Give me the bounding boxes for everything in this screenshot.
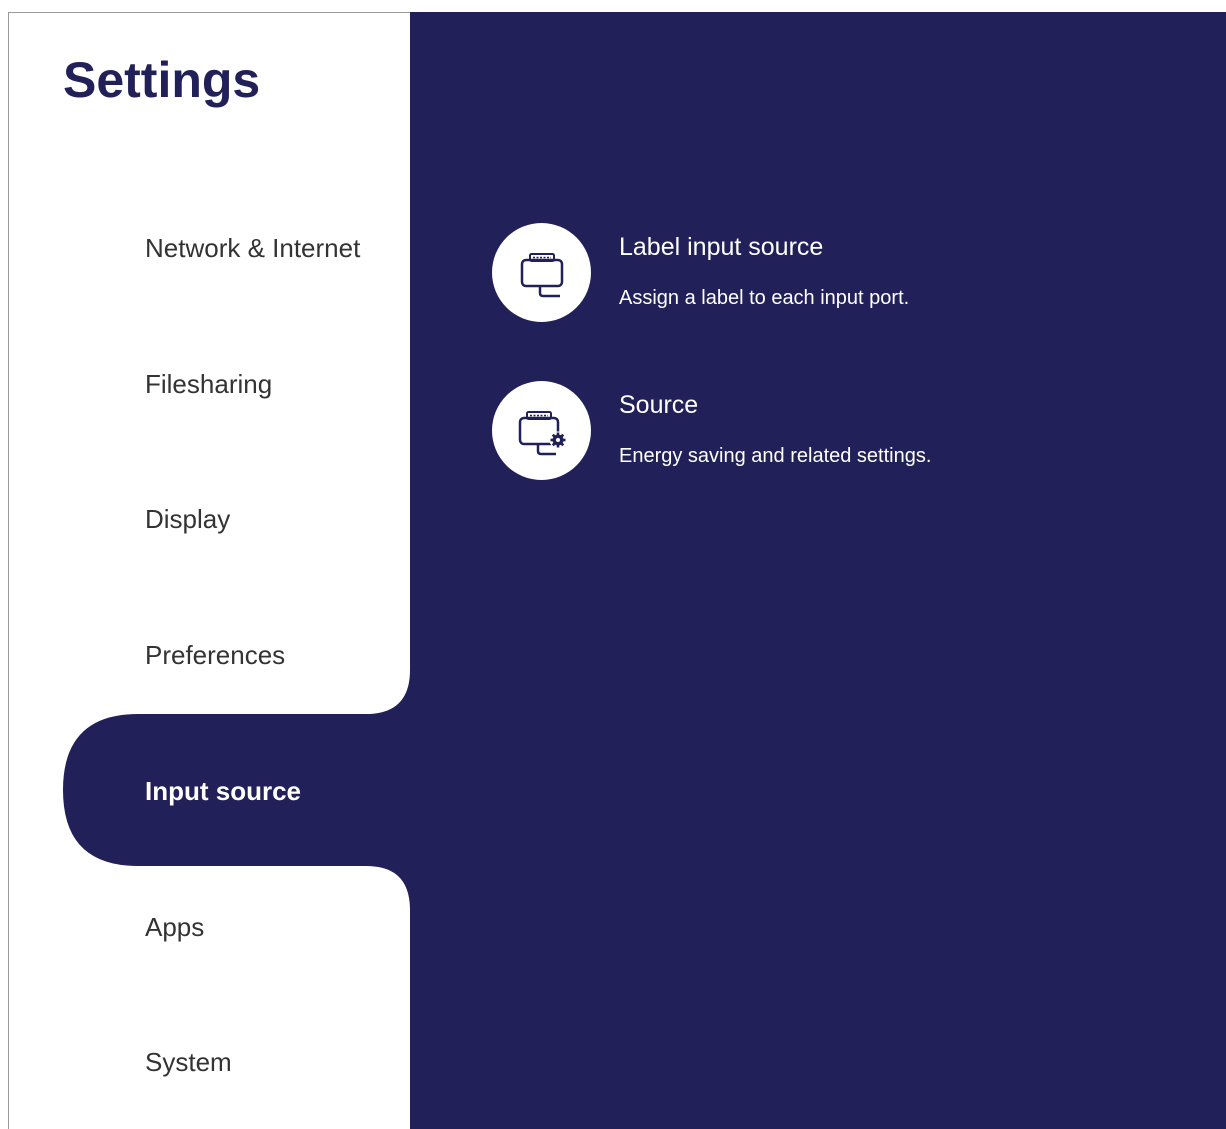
setting-source[interactable]: Source Energy saving and related setting… bbox=[492, 381, 1192, 481]
sidebar-item-label: Apps bbox=[145, 911, 205, 942]
settings-window: Settings Network & Internet Filesharing … bbox=[0, 0, 1226, 1129]
sidebar-item-system[interactable]: System bbox=[63, 1022, 410, 1102]
sidebar-item-label: Network & Internet bbox=[145, 232, 361, 263]
sidebar-item-display[interactable]: Display bbox=[63, 479, 410, 559]
window-border-top bbox=[8, 12, 410, 13]
sidebar-item-label: Filesharing bbox=[145, 368, 273, 399]
sidebar-item-preferences[interactable]: Preferences bbox=[63, 615, 410, 695]
sidebar-item-filesharing[interactable]: Filesharing bbox=[63, 344, 410, 424]
setting-title: Label input source bbox=[619, 233, 824, 261]
page-title: Settings bbox=[63, 52, 261, 108]
window-border-left bbox=[8, 12, 9, 1129]
sidebar-item-apps[interactable]: Apps bbox=[63, 887, 410, 967]
setting-label-input-source[interactable]: Label input source Assign a label to eac… bbox=[492, 223, 1192, 323]
setting-title: Source bbox=[619, 391, 699, 419]
sidebar-item-input-source[interactable]: Input source bbox=[63, 751, 410, 831]
setting-description: Assign a label to each input port. bbox=[619, 287, 910, 309]
sidebar-item-network-internet[interactable]: Network & Internet bbox=[63, 208, 410, 288]
input-port-icon bbox=[492, 223, 591, 322]
sidebar-item-label: System bbox=[145, 1046, 232, 1077]
sidebar-item-label: Display bbox=[145, 503, 231, 534]
setting-description: Energy saving and related settings. bbox=[619, 445, 932, 467]
sidebar-item-label: Input source bbox=[145, 775, 302, 806]
sidebar-item-label: Preferences bbox=[145, 639, 286, 670]
input-port-settings-icon bbox=[492, 381, 591, 480]
